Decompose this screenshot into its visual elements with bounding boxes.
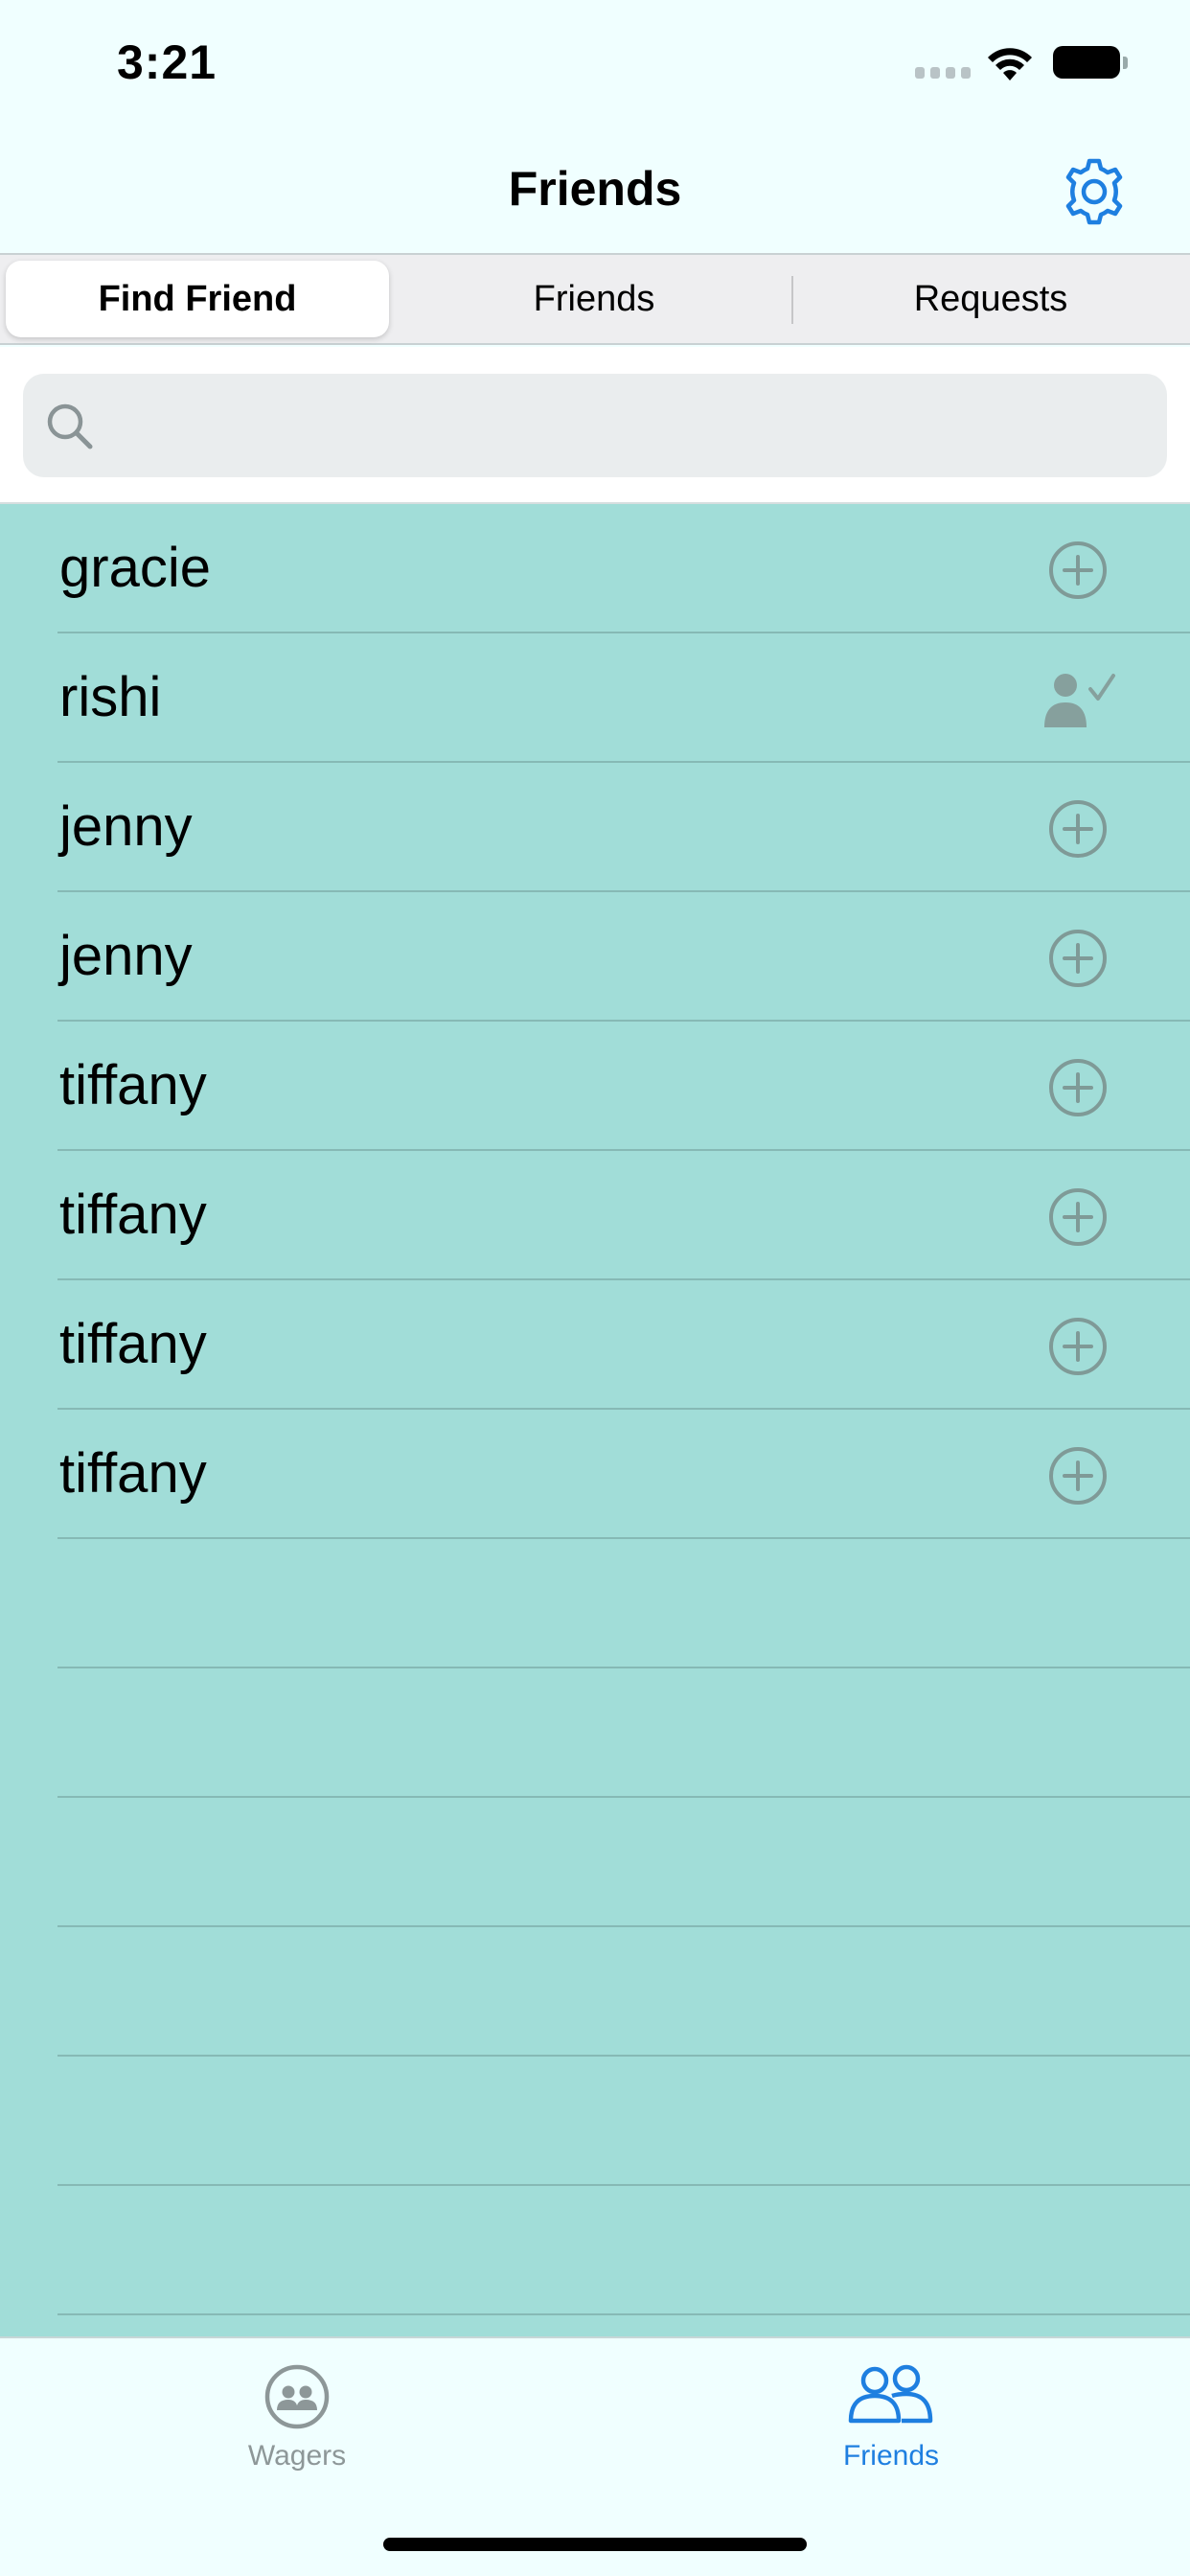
user-list: gracie rishi jenny jenny tiffany tiffany… <box>0 504 1190 2336</box>
segment-friends[interactable]: Friends <box>397 255 791 343</box>
tab-label: Friends <box>842 2440 940 2472</box>
add-friend-icon[interactable] <box>1048 929 1108 988</box>
empty-row <box>0 1668 1190 1798</box>
segmented-control: Find Friend Friends Requests <box>0 253 1190 345</box>
add-friend-icon[interactable] <box>1048 540 1108 600</box>
list-item: tiffany <box>0 1410 1190 1539</box>
add-friend-icon[interactable] <box>1048 1446 1108 1506</box>
list-item: tiffany <box>0 1151 1190 1280</box>
gear-icon <box>1065 158 1123 225</box>
list-item: jenny <box>0 763 1190 892</box>
settings-button[interactable] <box>1060 157 1129 226</box>
page-title: Friends <box>508 162 682 216</box>
add-friend-icon[interactable] <box>1048 1058 1108 1117</box>
wifi-icon <box>988 48 1032 80</box>
search-input[interactable] <box>109 374 1148 479</box>
user-name: tiffany <box>59 1442 207 1505</box>
user-name: tiffany <box>59 1184 207 1246</box>
list-item: jenny <box>0 892 1190 1022</box>
segment-requests[interactable]: Requests <box>793 255 1188 343</box>
wagers-icon <box>264 2364 330 2429</box>
list-item: tiffany <box>0 1280 1190 1410</box>
add-friend-icon[interactable] <box>1048 1187 1108 1247</box>
empty-row <box>0 1539 1190 1668</box>
person-checkmark-icon <box>1044 674 1115 727</box>
tab-friends[interactable]: Friends <box>747 2338 1035 2492</box>
home-indicator <box>383 2538 807 2551</box>
search-bar <box>0 347 1190 504</box>
user-name: tiffany <box>59 1313 207 1375</box>
tab-wagers[interactable]: Wagers <box>153 2338 441 2492</box>
add-friend-icon[interactable] <box>1048 1317 1108 1376</box>
battery-icon <box>1053 46 1128 80</box>
cellular-signal-icon <box>915 67 971 80</box>
status-time: 3:21 <box>117 35 217 89</box>
search-field[interactable] <box>23 374 1167 479</box>
list-item: rishi <box>0 633 1190 763</box>
user-name: tiffany <box>59 1054 207 1116</box>
add-friend-icon[interactable] <box>1048 799 1108 859</box>
segment-find-friend[interactable]: Find Friend <box>6 261 389 337</box>
search-icon <box>47 403 93 449</box>
user-name: jenny <box>59 925 193 987</box>
empty-row <box>0 1927 1190 2057</box>
user-name: rishi <box>59 666 162 728</box>
tab-label: Wagers <box>247 2440 347 2472</box>
empty-row <box>0 2186 1190 2315</box>
user-name: gracie <box>59 537 211 599</box>
list-item: tiffany <box>0 1022 1190 1151</box>
empty-row <box>0 2057 1190 2186</box>
user-name: jenny <box>59 795 193 858</box>
row-separator <box>57 2313 1190 2315</box>
friends-icon <box>848 2364 933 2424</box>
empty-row <box>0 1798 1190 1927</box>
list-item: gracie <box>0 504 1190 633</box>
